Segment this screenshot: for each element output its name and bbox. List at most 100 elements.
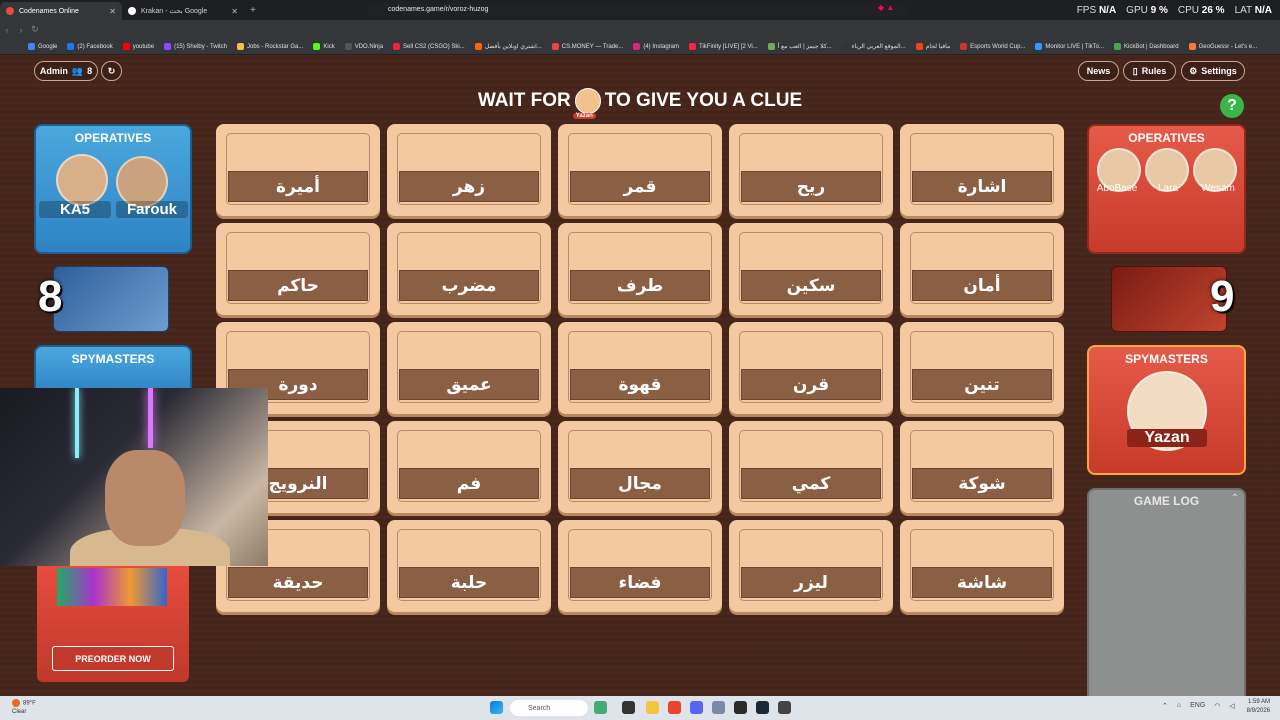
google-favicon-icon [128, 7, 136, 15]
clock[interactable]: 1:59 AM 8/9/2026 [1247, 698, 1270, 716]
operative-name[interactable]: AboBase [1091, 183, 1143, 194]
bookmark-favicon-icon [841, 43, 849, 50]
bookmark-label: TikFinity [LIVE] [2 Vi... [699, 43, 758, 50]
word-card[interactable]: شاشة [900, 520, 1064, 612]
operative-name[interactable]: Wesam [1192, 183, 1244, 194]
tab-codenames[interactable]: Codenames Online ✕ [0, 2, 122, 20]
bookmark-item[interactable]: Monitor LIVE | TikTo... [1035, 43, 1104, 50]
word-card[interactable]: سكين [729, 223, 893, 315]
app-icon[interactable] [778, 701, 791, 714]
word-card[interactable]: قرن [729, 322, 893, 414]
bookmark-item[interactable]: KickBot | Dashboard [1114, 43, 1179, 50]
bookmark-item[interactable]: youtube [122, 43, 154, 50]
spymaster-name[interactable]: Yazan [1127, 429, 1207, 447]
help-button[interactable]: ? [1220, 94, 1244, 118]
bookmark-item[interactable]: Jobs - Rockstar Ga... [237, 43, 303, 50]
reset-icon[interactable]: ↻ [101, 61, 122, 81]
app-icon[interactable] [594, 701, 607, 714]
reload-icon[interactable]: ↻ [28, 24, 42, 35]
panel-title: SPYMASTERS [71, 352, 155, 366]
folder-icon[interactable] [646, 701, 659, 714]
new-tab-icon[interactable]: + [250, 5, 256, 16]
taskbar-search[interactable]: Search [510, 700, 588, 716]
browser-icon[interactable] [668, 701, 681, 714]
operative-name[interactable]: Lara [1143, 183, 1193, 194]
bookmark-favicon-icon [474, 43, 482, 50]
bookmark-item[interactable]: كلا جيمز | العب مع أ... [767, 43, 832, 50]
avatar [56, 154, 108, 206]
word-card[interactable]: طرف [558, 223, 722, 315]
close-icon[interactable]: ✕ [231, 7, 238, 16]
word-card[interactable]: كمي [729, 421, 893, 513]
app-icon[interactable] [734, 701, 747, 714]
network-icon[interactable]: ⌂ [1177, 702, 1181, 710]
blue-remaining-count: 8 [38, 272, 63, 321]
bookmarks-bar: Google (2) Facebook youtube (15) Shelby - T… [0, 39, 1280, 55]
word-card[interactable]: أميرة [216, 124, 380, 216]
preorder-button[interactable]: PREORDER NOW [52, 646, 174, 671]
word-card[interactable]: شوكة [900, 421, 1064, 513]
wifi-icon[interactable]: ◠ [1214, 702, 1220, 710]
word-card[interactable]: قمر [558, 124, 722, 216]
streamer-face [105, 450, 185, 546]
bookmark-label: CS.MONEY — Trade... [561, 43, 624, 50]
word-card[interactable]: ريح [729, 124, 893, 216]
bookmark-favicon-icon [767, 43, 775, 50]
windows-start-icon[interactable] [490, 701, 503, 714]
news-button[interactable]: News [1078, 61, 1119, 81]
language-indicator[interactable]: ENG [1190, 702, 1205, 710]
bookmark-item[interactable]: (4) Instagram [633, 43, 679, 50]
operative-name[interactable]: Farouk [116, 201, 188, 218]
word-card[interactable]: أمان [900, 223, 1064, 315]
word-card[interactable]: ليزر [729, 520, 893, 612]
chevron-up-icon[interactable]: ⌃ [1162, 702, 1168, 710]
bookmark-item[interactable]: اشتري اونلاين بأفضل... [474, 43, 542, 50]
weather-widget[interactable]: 89°F Clear [12, 699, 36, 716]
bookmark-item[interactable]: مافيا لجام [915, 43, 950, 50]
volume-icon[interactable]: ◁ [1229, 702, 1234, 710]
steam-icon[interactable] [756, 701, 769, 714]
word-card[interactable]: قهوة [558, 322, 722, 414]
extension-icons[interactable]: ◆ ▲ [878, 3, 894, 12]
app-icon[interactable] [712, 701, 725, 714]
admin-button[interactable]: Admin 👥 8 [34, 61, 98, 81]
word-card[interactable]: مجال [558, 421, 722, 513]
word-card[interactable]: حلبة [387, 520, 551, 612]
settings-button[interactable]: ⚙ Settings [1181, 61, 1245, 81]
tab-google[interactable]: Krakan - بحث Google ✕ [122, 2, 244, 20]
word-card[interactable]: مضرب [387, 223, 551, 315]
word-card[interactable]: عميق [387, 322, 551, 414]
bookmark-item[interactable]: (2) Facebook [67, 43, 113, 50]
bookmark-item[interactable]: CS.MONEY — Trade... [551, 43, 624, 50]
bookmark-item[interactable]: Kick [313, 43, 335, 50]
word-card[interactable]: تنين [900, 322, 1064, 414]
bookmark-item[interactable]: (15) Shelby - Twitch [164, 43, 227, 50]
rules-button[interactable]: ▯ Rules [1123, 61, 1176, 81]
forward-icon[interactable]: › [14, 25, 28, 35]
bookmark-item[interactable]: TikFinity [LIVE] [2 Vi... [689, 43, 758, 50]
bookmark-favicon-icon [1188, 43, 1196, 50]
word-card[interactable]: فم [387, 421, 551, 513]
word-card[interactable]: اشارة [900, 124, 1064, 216]
word-card[interactable]: فضاء [558, 520, 722, 612]
url-field[interactable]: codenames.game/r/voroz-huzog [368, 2, 908, 17]
bookmark-favicon-icon [1114, 43, 1122, 50]
bookmark-item[interactable]: VDO.Ninja [344, 43, 383, 50]
bookmark-item[interactable]: Google [28, 43, 57, 50]
word-card[interactable]: حاكم [216, 223, 380, 315]
bookmark-item[interactable]: Sell CS2 (CSGO) Ski... [393, 43, 465, 50]
bookmark-label: (2) Facebook [77, 43, 113, 50]
task-view-icon[interactable] [622, 701, 635, 714]
bookmark-label: (15) Shelby - Twitch [174, 43, 227, 50]
bookmark-item[interactable]: GeoGuessr - Let's e... [1188, 43, 1257, 50]
bookmark-item[interactable]: Esports World Cup... [960, 43, 1025, 50]
close-icon[interactable]: ✕ [109, 7, 116, 16]
chevron-up-icon[interactable]: ⌃ [1231, 493, 1239, 504]
fps-readout: FPS N/A [1076, 4, 1117, 16]
operative-name[interactable]: KA5 [39, 201, 111, 218]
word-card[interactable]: زهر [387, 124, 551, 216]
bookmark-item[interactable]: الموقع العربي الرياء... [841, 43, 906, 50]
back-icon[interactable]: ‹ [0, 25, 14, 35]
game-log-title: GAME LOG [1133, 494, 1200, 508]
discord-icon[interactable] [690, 701, 703, 714]
